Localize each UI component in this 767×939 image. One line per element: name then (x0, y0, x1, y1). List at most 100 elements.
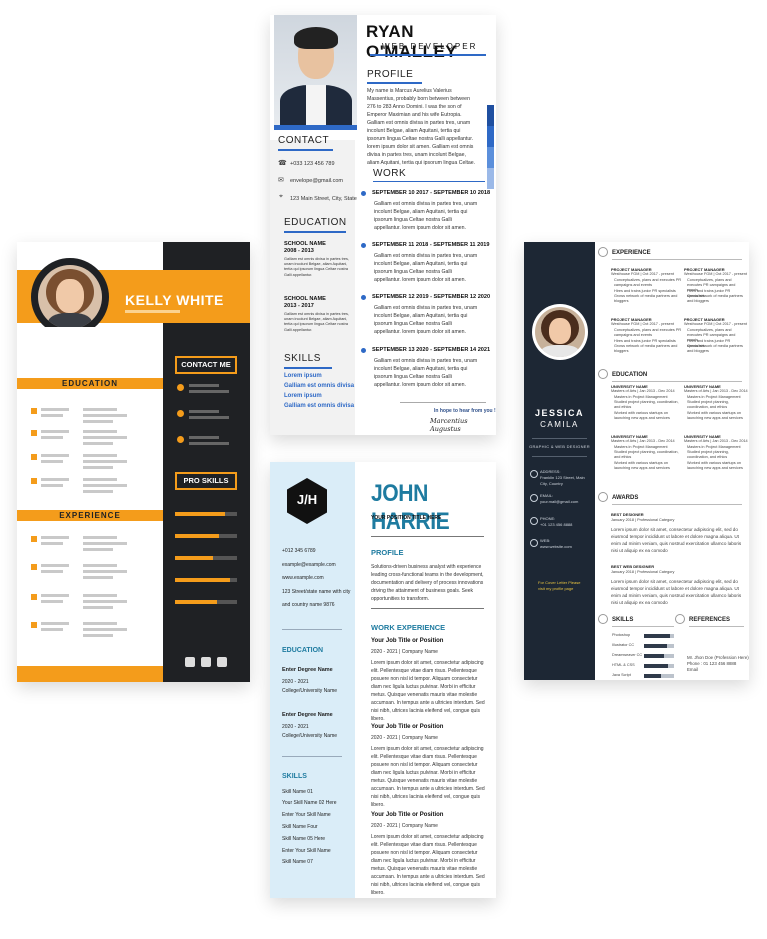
john-name: JOHN HARRIE (371, 480, 450, 535)
facebook-icon[interactable] (217, 657, 227, 667)
ryan-profile-heading: PROFILE (367, 69, 414, 80)
ryan-edu-years-2: 2013 - 2017 (284, 303, 314, 309)
john-skill: Skill Name 05 Here (282, 836, 326, 842)
skill-name: Java Script (612, 673, 631, 677)
ryan-work-dot-1 (361, 191, 366, 196)
edu-meta: Masters of Arts | Jan 2013 - Dec 2014 (611, 439, 675, 443)
award-icon (598, 492, 608, 502)
resume-card-kelly[interactable]: KELLY WHITE EDUCATION EXPERIENCE CONTACT… (17, 242, 250, 682)
ryan-skills-heading: SKILLS (284, 353, 321, 364)
skill-name: Dreamweaver CC (612, 653, 643, 657)
jessica-experience-heading: EXPERIENCE (612, 250, 651, 256)
ryan-profile-underline (367, 82, 422, 84)
briefcase-icon (598, 247, 608, 257)
john-profile-heading: PROFILE (371, 548, 404, 557)
jessica-education-heading: EDUCATION (612, 372, 648, 378)
john-edu-school-2: College/University Name (282, 733, 338, 739)
globe-icon (530, 539, 538, 547)
ryan-skills-underline (284, 367, 332, 369)
graduation-icon (598, 369, 608, 379)
jessica-last-name: CAMILA (540, 420, 579, 429)
resume-card-john[interactable]: J/H +012 345 6789 example@example.com ww… (270, 462, 496, 898)
john-skill: Skill Name 07 (282, 859, 313, 865)
skill-level-fill (644, 634, 670, 638)
jessica-phone: +01 123 456 8888 (540, 522, 573, 527)
john-position: YOUR POSITION TITLE HERE (371, 515, 442, 521)
jessica-photo (532, 304, 588, 360)
john-phone: +012 345 6789 (282, 548, 316, 554)
ryan-edu-school-1: SCHOOL NAME (284, 241, 326, 247)
ryan-work-dot-2 (361, 243, 366, 248)
kelly-contact-heading: CONTACT ME (175, 356, 237, 374)
john-skill: Enter Your Skill Name (282, 812, 331, 818)
jessica-awards-heading: AWARDS (612, 495, 639, 501)
jessica-first-name: JESSICA (534, 408, 584, 418)
john-skill: Skill Name Four (282, 824, 318, 830)
ryan-photo (274, 15, 357, 125)
john-profile-text: Solutions-driven business analyst with e… (371, 564, 484, 602)
ryan-work-text-3: Galliam est omnis divisa in partes tres,… (374, 305, 478, 335)
jessica-ref-phone: Phone : 01 123 456 8888 (687, 661, 737, 666)
resume-card-jessica[interactable]: JESSICA CAMILA GRAPHIC & WEB DESIGNER AD… (524, 242, 749, 680)
ryan-education-heading: EDUCATION (284, 217, 347, 228)
ryan-work-text-2: Galliam est omnis divisa in partes tres,… (374, 253, 478, 283)
award-text: Lorem ipsum dolor sit amet, consectetur … (611, 527, 742, 553)
edu-bullet: Worked with various startups on launchin… (614, 411, 670, 421)
john-job-meta-1: 2020 - 2021 | Company Name (371, 649, 438, 655)
edu-meta: Masters of Arts | Jan 2013 - Dec 2014 (611, 389, 675, 393)
ryan-work-dates-1: SEPTEMBER 10 2017 - SEPTEMBER 10 2018 (372, 190, 491, 196)
skill-name: Photoshop (612, 633, 631, 637)
edu-meta: Masters of Arts | Jan 2013 - Dec 2014 (684, 389, 748, 393)
ryan-closing-divider (400, 402, 486, 403)
kelly-footer-band (17, 666, 163, 682)
john-edu-years-1: 2020 - 2021 (282, 679, 309, 685)
john-job-meta-2: 2020 - 2021 | Company Name (371, 735, 438, 741)
jessica-ref-name: Mr. Jhon Doe (Profession Here) (687, 655, 749, 660)
ryan-signature: Marcentius Augustus (430, 417, 468, 433)
mail-icon (530, 494, 538, 502)
edu-bullet: Studied project planning, coordination, … (614, 450, 679, 460)
john-edu-school-1: College/University Name (282, 688, 338, 694)
job-meta: Westhouse FGM | Oct 2017 - present (684, 322, 747, 326)
phone-icon (530, 517, 538, 525)
phone-icon (177, 436, 184, 443)
instagram-icon[interactable] (185, 657, 195, 667)
ryan-work-text-4: Galliam est omnis divisa in partes tres,… (374, 358, 478, 388)
ryan-contact-underline (278, 149, 333, 151)
job-bullet: Grows network of media partners and blog… (687, 344, 743, 354)
jessica-skills-heading: SKILLS (612, 617, 634, 623)
phone-icon: ☎ (278, 160, 287, 167)
edu-bullet: Worked with various startups on launchin… (687, 461, 743, 471)
john-skill: Skill Name 01 (282, 789, 313, 795)
john-work-heading: WORK EXPERIENCE (371, 623, 446, 632)
john-edu-degree-2: Enter Degree Name (282, 712, 333, 718)
john-email: example@example.com (282, 562, 336, 568)
job-bullet: Conceptualizes, plans and executes PR ca… (614, 278, 682, 288)
john-edu-years-2: 2020 - 2021 (282, 724, 309, 730)
ryan-edu-text-2: Galliam est omnis divisa in partes tres,… (284, 312, 349, 332)
ryan-edu-text-1: Galliam est omnis divisa in partes tres,… (284, 257, 349, 277)
kelly-education-heading: EDUCATION (62, 379, 118, 388)
skill-level-fill (644, 654, 664, 658)
john-education-heading: EDUCATION (282, 647, 324, 654)
john-job-title-3: Your Job Title or Position (371, 812, 444, 818)
location-icon: ⌖ (279, 193, 283, 200)
kelly-name: KELLY WHITE (125, 292, 224, 308)
person-icon (177, 384, 184, 391)
ryan-skill-2: Galliam est omnis divisa (284, 383, 355, 389)
twitter-icon[interactable] (201, 657, 211, 667)
jessica-email: your.mail@gmail.com (540, 499, 579, 504)
john-job-title-1: Your Job Title or Position (371, 638, 444, 644)
ryan-work-heading: WORK (373, 168, 407, 179)
ryan-work-dates-4: SEPTEMBER 13 2020 - SEPTEMBER 14 2021 (372, 347, 491, 353)
kelly-experience-heading: EXPERIENCE (59, 511, 121, 520)
ryan-skill-4: Galliam est omnis divisa (284, 403, 355, 409)
skill-level-fill (644, 644, 667, 648)
john-skill: Enter Your Skill Name (282, 848, 331, 854)
ryan-edu-school-2: SCHOOL NAME (284, 296, 326, 302)
john-address-line2: and country name 9876 (282, 602, 335, 608)
ryan-work-dates-2: SEPTEMBER 11 2018 - SEPTEMBER 11 2019 (372, 242, 490, 248)
job-bullet: Grows network of media partners and blog… (614, 294, 678, 304)
job-meta: Westhouse FGM | Oct 2017 - present (611, 322, 674, 326)
resume-card-ryan[interactable]: RYAN O'MALLEY WEB DEVELOPER PROFILE My n… (270, 15, 496, 435)
